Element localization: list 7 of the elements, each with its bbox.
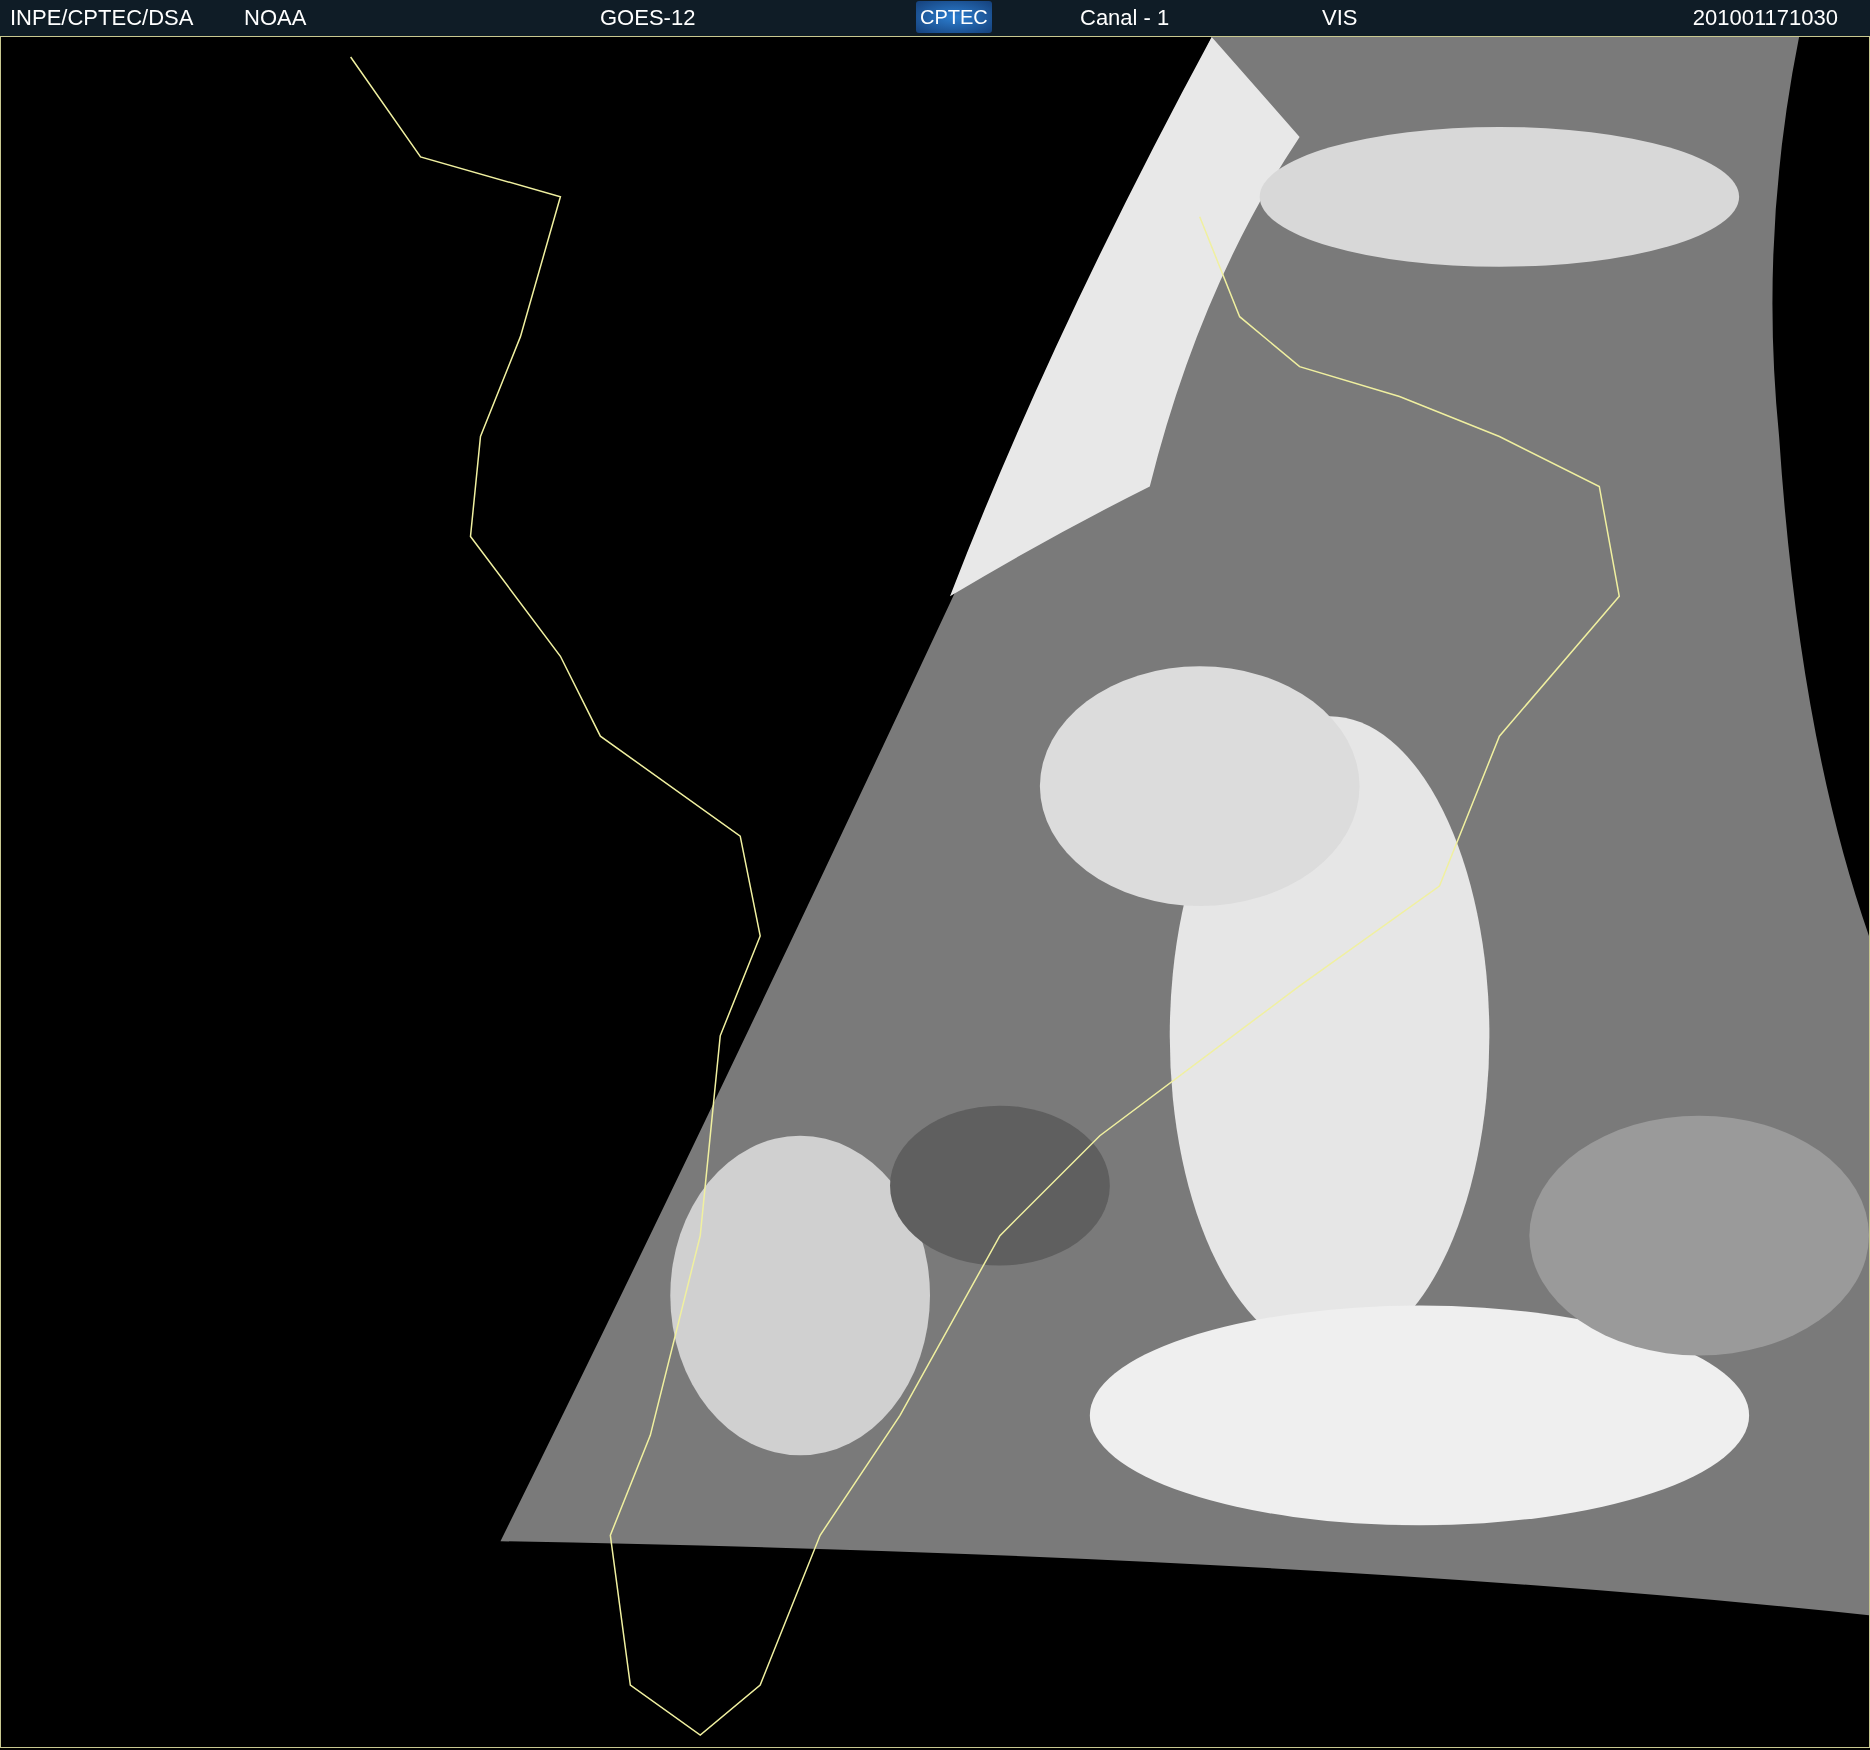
- header-label: NOAA: [244, 6, 307, 30]
- header-label: VIS: [1322, 6, 1358, 30]
- header-label: 201001171030: [1692, 6, 1838, 30]
- header-label: INPE/CPTEC/DSA: [10, 6, 194, 30]
- logo-badge: CPTEC: [916, 1, 992, 33]
- header-label: Canal - 1: [1080, 6, 1170, 30]
- header-label: GOES-12: [600, 6, 696, 30]
